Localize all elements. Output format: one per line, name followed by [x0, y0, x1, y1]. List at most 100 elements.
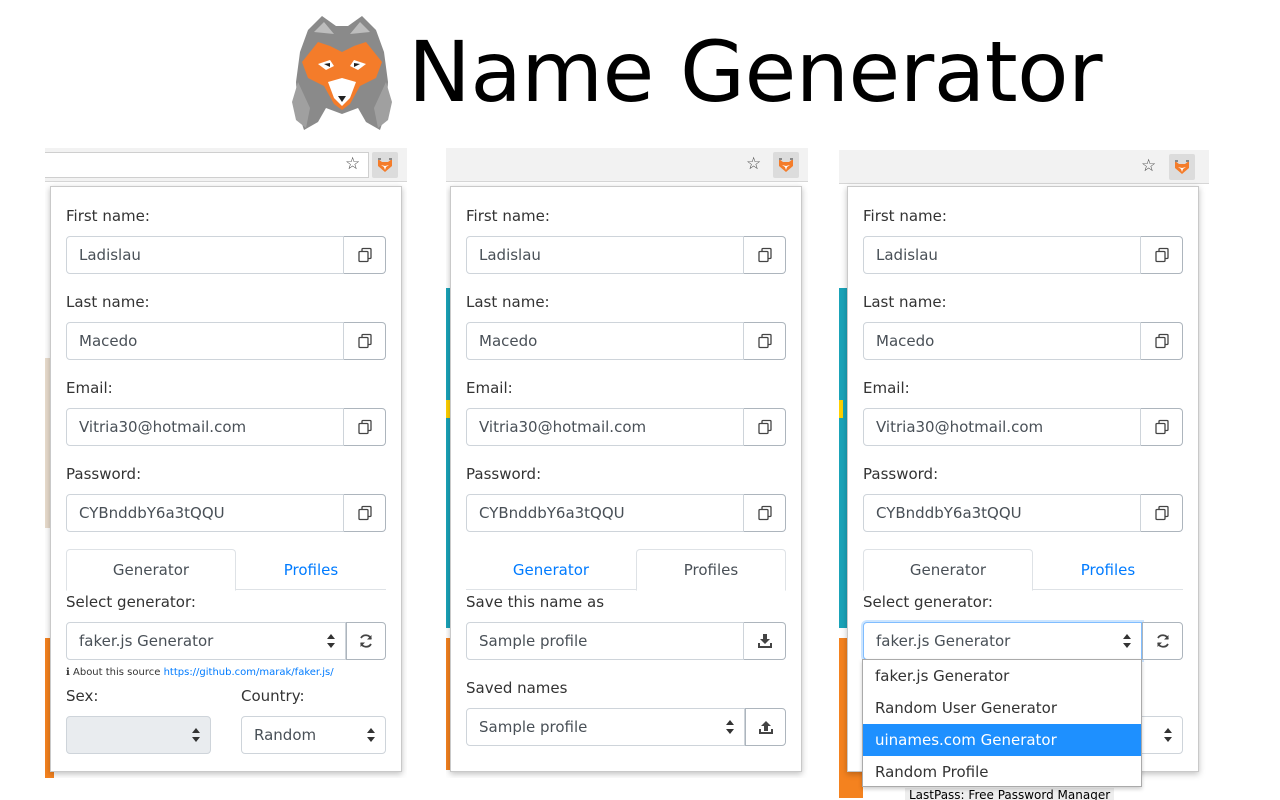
select-caret-icon: [1123, 634, 1131, 648]
first-name-field[interactable]: [466, 236, 744, 274]
generator-select[interactable]: faker.js Generator: [863, 622, 1142, 660]
last-name-field[interactable]: [466, 322, 744, 360]
email-field[interactable]: [863, 408, 1141, 446]
copy-last-name-button[interactable]: [744, 322, 786, 360]
saved-names-select[interactable]: Sample profile: [466, 708, 745, 746]
last-name-group: [466, 322, 786, 360]
screenshot-profiles-tab: ☆ First name: Last name: Email: Password…: [446, 148, 808, 778]
save-profile-button[interactable]: [744, 622, 786, 660]
password-field[interactable]: [863, 494, 1141, 532]
extension-button[interactable]: [372, 152, 398, 178]
copy-icon: [1154, 419, 1169, 435]
tab-generator[interactable]: Generator: [66, 549, 236, 591]
country-label: Country:: [241, 687, 305, 705]
country-select[interactable]: Random: [241, 716, 386, 754]
save-name-field[interactable]: [466, 622, 744, 660]
about-source: ℹ About this source https://github.com/m…: [66, 667, 334, 678]
first-name-group: [66, 236, 386, 274]
last-name-group: [66, 322, 386, 360]
load-profile-button[interactable]: [745, 708, 786, 746]
tab-profiles[interactable]: Profiles: [1023, 549, 1193, 591]
generator-dropdown-menu: faker.js Generator Random User Generator…: [862, 659, 1142, 787]
copy-password-button[interactable]: [1141, 494, 1183, 532]
password-field[interactable]: [66, 494, 344, 532]
copy-email-button[interactable]: [344, 408, 386, 446]
tab-generator[interactable]: Generator: [863, 549, 1033, 591]
tab-profiles[interactable]: Profiles: [226, 549, 396, 591]
select-caret-icon: [1164, 728, 1172, 742]
fox-icon: [779, 158, 793, 172]
last-name-label: Last name:: [466, 293, 550, 311]
dropdown-option-highlighted[interactable]: uinames.com Generator: [863, 724, 1141, 756]
first-name-label: First name:: [863, 207, 947, 225]
password-field[interactable]: [466, 494, 744, 532]
refresh-icon: [1156, 634, 1169, 648]
address-bar[interactable]: [45, 152, 369, 178]
last-name-label: Last name:: [863, 293, 947, 311]
star-icon[interactable]: ☆: [1141, 156, 1156, 176]
copy-password-button[interactable]: [344, 494, 386, 532]
dropdown-option[interactable]: Random Profile: [863, 756, 1141, 788]
copy-icon: [357, 333, 372, 349]
copy-icon: [357, 247, 372, 263]
select-caret-icon: [367, 728, 375, 742]
tab-generator[interactable]: Generator: [466, 549, 636, 591]
browser-toolbar: ☆: [45, 148, 407, 182]
page-background-strip: [839, 400, 843, 418]
select-generator-label: Select generator:: [66, 593, 196, 611]
upload-icon: [758, 721, 773, 734]
copy-icon: [1154, 505, 1169, 521]
copy-icon: [357, 419, 372, 435]
email-label: Email:: [466, 379, 513, 397]
email-field[interactable]: [66, 408, 344, 446]
email-field[interactable]: [466, 408, 744, 446]
copy-password-button[interactable]: [744, 494, 786, 532]
page-header: Name Generator: [288, 12, 1103, 132]
fox-icon: [378, 158, 392, 172]
refresh-button[interactable]: [346, 622, 386, 660]
last-name-label: Last name:: [66, 293, 150, 311]
copy-icon: [1154, 247, 1169, 263]
extension-button[interactable]: [773, 152, 799, 178]
sex-select[interactable]: [66, 716, 211, 754]
password-group: [466, 494, 786, 532]
copy-icon: [757, 505, 772, 521]
tab-bar: Generator Profiles: [863, 549, 1183, 591]
copy-first-name-button[interactable]: [344, 236, 386, 274]
star-icon[interactable]: ☆: [345, 154, 360, 174]
copy-email-button[interactable]: [1141, 408, 1183, 446]
copy-icon: [757, 247, 772, 263]
generator-select[interactable]: faker.js Generator: [66, 622, 346, 660]
refresh-icon: [360, 634, 372, 648]
last-name-field[interactable]: [66, 322, 344, 360]
background-page-text: LastPass: Free Password Manager: [905, 788, 1115, 800]
page-background-strip: [839, 288, 847, 628]
refresh-button[interactable]: [1142, 622, 1183, 660]
copy-icon: [757, 419, 772, 435]
password-label: Password:: [863, 465, 939, 483]
about-prefix: About this source: [73, 667, 161, 678]
first-name-field[interactable]: [66, 236, 344, 274]
last-name-field[interactable]: [863, 322, 1141, 360]
first-name-field[interactable]: [863, 236, 1141, 274]
first-name-label: First name:: [466, 207, 550, 225]
copy-first-name-button[interactable]: [1141, 236, 1183, 274]
copy-last-name-button[interactable]: [344, 322, 386, 360]
extension-button[interactable]: [1169, 154, 1195, 180]
password-group: [863, 494, 1183, 532]
email-label: Email:: [66, 379, 113, 397]
page-title: Name Generator: [408, 23, 1103, 121]
info-icon: ℹ: [66, 667, 70, 678]
dropdown-option[interactable]: Random User Generator: [863, 692, 1141, 724]
tab-profiles[interactable]: Profiles: [636, 549, 786, 591]
copy-last-name-button[interactable]: [1141, 322, 1183, 360]
first-name-group: [863, 236, 1183, 274]
generator-select-value: faker.js Generator: [876, 632, 1011, 650]
about-source-link[interactable]: https://github.com/marak/faker.js/: [164, 667, 334, 678]
copy-first-name-button[interactable]: [744, 236, 786, 274]
copy-email-button[interactable]: [744, 408, 786, 446]
tab-bar: Generator Profiles: [466, 549, 786, 591]
star-icon[interactable]: ☆: [746, 154, 761, 174]
dropdown-option[interactable]: faker.js Generator: [863, 660, 1141, 692]
tab-bar: Generator Profiles: [66, 549, 386, 591]
